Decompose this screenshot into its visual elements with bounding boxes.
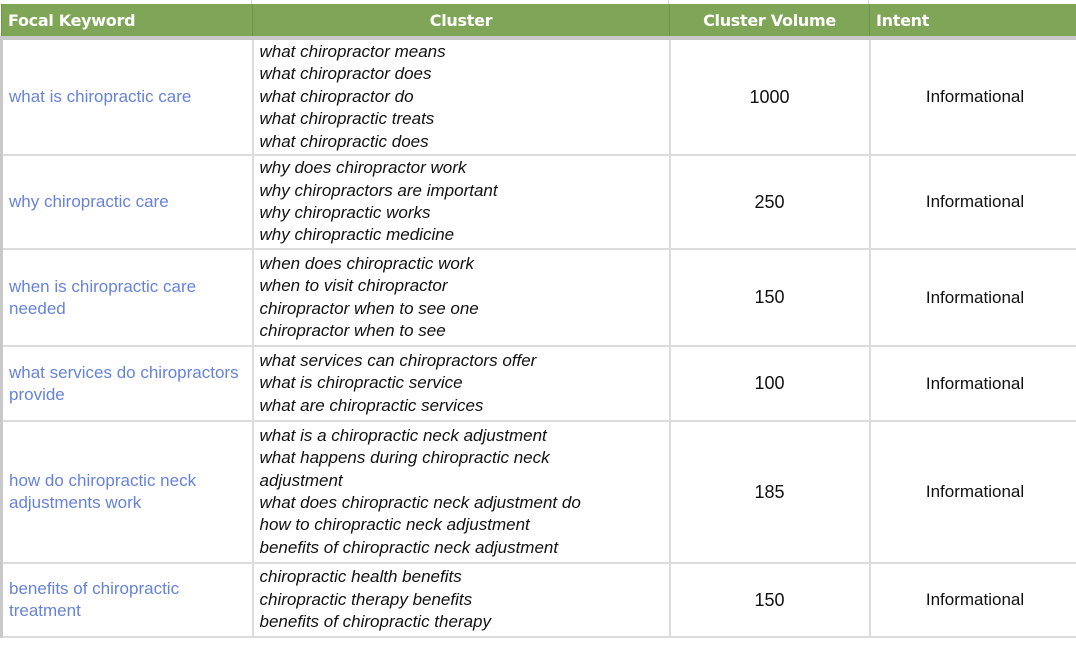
cluster-keyword: what chiropractic does xyxy=(259,131,429,151)
cluster-keyword: how to chiropractic neck adjustment xyxy=(259,515,530,535)
cluster-keyword: what are chiropractic services xyxy=(259,395,484,415)
cluster-keyword: when does chiropractic work xyxy=(259,253,474,273)
cluster-cell[interactable]: chiropractic health benefits chiropracti… xyxy=(251,562,671,639)
cluster-volume-cell[interactable]: 1000 xyxy=(668,36,871,157)
cluster-keyword: chiropractor when to see xyxy=(259,320,446,340)
focal-keyword-cell[interactable]: benefits of chiropractic treatment xyxy=(0,562,254,639)
cluster-keyword: what chiropractor do xyxy=(259,86,414,106)
header-intent[interactable]: Intent xyxy=(869,4,1076,40)
cluster-keyword: what chiropractic treats xyxy=(259,109,435,129)
table-row: what is chiropractic care what chiroprac… xyxy=(0,36,1076,157)
cluster-keyword: what chiropractor means xyxy=(259,42,446,61)
cluster-keyword: what services can chiropractors offer xyxy=(259,350,537,370)
header-focal-keyword[interactable]: Focal Keyword xyxy=(1,4,253,40)
cluster-keyword: why chiropractic medicine xyxy=(259,225,455,245)
focal-keyword-cell[interactable]: what is chiropractic care xyxy=(0,36,254,157)
intent-cell[interactable]: Informational xyxy=(868,345,1076,423)
cluster-keyword: why chiropractic works xyxy=(259,203,431,223)
cluster-cell[interactable]: what services can chiropractors offer wh… xyxy=(251,345,671,423)
keyword-cluster-table: Focal Keyword Cluster Cluster Volume Int… xyxy=(0,4,1076,639)
cluster-keyword: when to visit chiropractor xyxy=(259,276,448,296)
cluster-keyword: what does chiropractic neck adjustment d… xyxy=(259,493,581,513)
intent-cell[interactable]: Informational xyxy=(868,154,1076,251)
intent-cell[interactable]: Informational xyxy=(868,562,1076,639)
cluster-keyword: benefits of chiropractic neck adjustment xyxy=(259,537,559,557)
cluster-cell[interactable]: why does chiropractor work why chiroprac… xyxy=(251,154,671,251)
cluster-keyword: what is a chiropractic neck adjustment xyxy=(259,425,547,445)
cluster-keyword: chiropractic therapy benefits xyxy=(259,589,473,609)
cluster-keyword: what is chiropractic service xyxy=(259,373,463,393)
cluster-keyword: chiropractor when to see one xyxy=(259,298,479,318)
header-row: Focal Keyword Cluster Cluster Volume Int… xyxy=(1,4,1076,40)
cluster-cell[interactable]: what chiropractor means what chiropracto… xyxy=(251,36,671,157)
header-cluster[interactable]: Cluster xyxy=(252,4,670,40)
cluster-cell[interactable]: what is a chiropractic neck adjustment w… xyxy=(251,420,671,565)
cluster-cell[interactable]: when does chiropractic work when to visi… xyxy=(251,248,671,348)
cluster-keyword: what happens during chiropractic neck ad… xyxy=(259,448,550,490)
focal-keyword-cell[interactable]: when is chiropractic care needed xyxy=(0,248,254,348)
cluster-keyword: why does chiropractor work xyxy=(259,158,467,178)
cluster-keyword: what chiropractor does xyxy=(259,64,432,84)
table-row: what services do chiropractors provide w… xyxy=(0,345,1076,423)
cluster-volume-cell[interactable]: 185 xyxy=(668,420,871,565)
focal-keyword-cell[interactable]: how do chiropractic neck adjustments wor… xyxy=(0,420,254,565)
header-cluster-volume[interactable]: Cluster Volume xyxy=(669,4,870,40)
table-row: why chiropractic care why does chiroprac… xyxy=(0,154,1076,251)
cluster-volume-cell[interactable]: 150 xyxy=(668,248,871,348)
cluster-keyword: chiropractic health benefits xyxy=(259,567,462,587)
focal-keyword-cell[interactable]: what services do chiropractors provide xyxy=(0,345,254,423)
cluster-volume-cell[interactable]: 150 xyxy=(668,562,871,639)
intent-cell[interactable]: Informational xyxy=(868,248,1076,348)
cluster-keyword: why chiropractors are important xyxy=(259,180,498,200)
cluster-volume-cell[interactable]: 100 xyxy=(668,345,871,423)
intent-cell[interactable]: Informational xyxy=(868,36,1076,157)
focal-keyword-cell[interactable]: why chiropractic care xyxy=(0,154,254,251)
table-row: when is chiropractic care needed when do… xyxy=(0,248,1076,348)
cluster-keyword: benefits of chiropractic therapy xyxy=(259,612,492,632)
table-row: how do chiropractic neck adjustments wor… xyxy=(0,420,1076,565)
cluster-volume-cell[interactable]: 250 xyxy=(668,154,871,251)
intent-cell[interactable]: Informational xyxy=(868,420,1076,565)
table-row: benefits of chiropractic treatment chiro… xyxy=(0,562,1076,639)
